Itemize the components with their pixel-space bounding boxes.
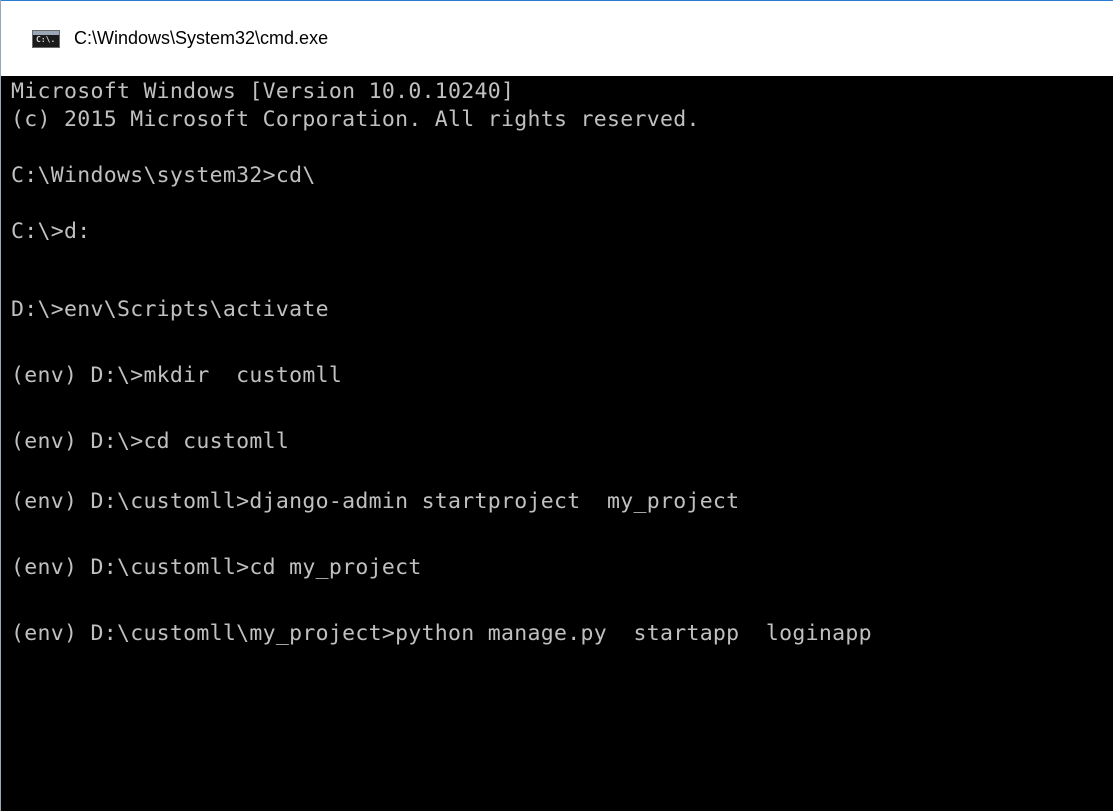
console-line: C:\Windows\system32>cd\ bbox=[11, 163, 316, 188]
cmd-icon-text: C:\. bbox=[36, 35, 56, 44]
cmd-window: C:\. C:\Windows\System32\cmd.exe Microso… bbox=[0, 0, 1113, 811]
console-line: (env) D:\>cd customll bbox=[11, 429, 290, 454]
console-line: C:\>d: bbox=[11, 219, 91, 244]
console-line: D:\>env\Scripts\activate bbox=[11, 297, 329, 322]
console-line: (env) D:\customll\my_project>python mana… bbox=[11, 621, 872, 646]
window-title: C:\Windows\System32\cmd.exe bbox=[74, 28, 329, 48]
console-line: (env) D:\customll>cd my_project bbox=[11, 555, 422, 580]
console-line: Microsoft Windows [Version 10.0.10240] bbox=[11, 79, 515, 104]
console-output[interactable]: Microsoft Windows [Version 10.0.10240] (… bbox=[1, 76, 1113, 811]
console-line: (env) D:\customll>django-admin startproj… bbox=[11, 489, 740, 514]
cmd-icon[interactable]: C:\. bbox=[32, 30, 60, 48]
console-line: (env) D:\>mkdir customll bbox=[11, 363, 343, 388]
title-bar[interactable]: C:\. C:\Windows\System32\cmd.exe bbox=[1, 0, 1113, 76]
console-line: (c) 2015 Microsoft Corporation. All righ… bbox=[11, 107, 700, 132]
